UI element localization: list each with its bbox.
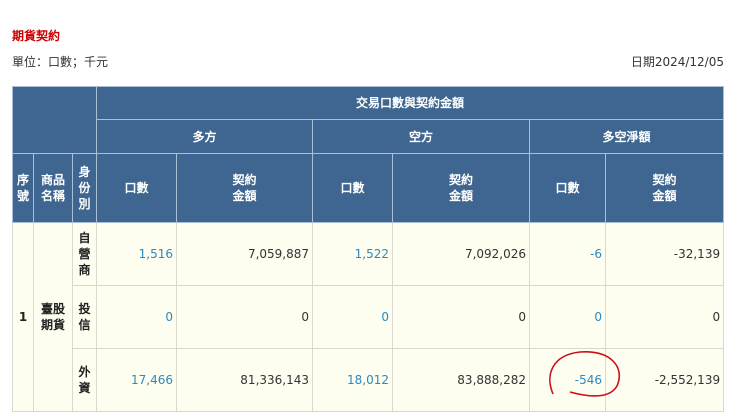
date-label: 日期2024/12/05 [630, 55, 724, 69]
long-volume-link[interactable]: 17,466 [96, 348, 178, 412]
long-amount-cell: 81,336,143 [176, 348, 314, 412]
long-amount-cell: 7,059,887 [176, 222, 314, 286]
short-volume-link[interactable]: 18,012 [312, 348, 394, 412]
page-title: 期貨契約 [12, 29, 61, 43]
net-volume-link[interactable]: 0 [529, 285, 607, 349]
net-amount-cell: -2,552,139 [605, 348, 725, 412]
header-short-amount: 契約金額 [392, 153, 531, 223]
net-amount-cell: -32,139 [605, 222, 725, 286]
short-amount-cell: 7,092,026 [392, 222, 531, 286]
header-long-volume: 口數 [96, 153, 178, 223]
short-volume-link[interactable]: 1,522 [312, 222, 394, 286]
header-net-amount: 契約金額 [605, 153, 725, 223]
header-blank [11, 86, 98, 154]
header-product: 商品名稱 [33, 153, 73, 223]
identity-cell: 外資 [71, 348, 98, 412]
header-identity: 身份別 [71, 153, 98, 223]
header-short-volume: 口數 [312, 153, 394, 223]
header-long: 多方 [96, 119, 314, 154]
short-amount-cell: 0 [392, 285, 531, 349]
table-row: 1 臺股期貨 自營商 1,516 7,059,887 1,522 7,092,0… [12, 222, 725, 412]
table-row: 外資 17,466 81,336,143 18,012 83,888,282 -… [13, 348, 725, 412]
long-amount-cell: 0 [176, 285, 314, 349]
header-short: 空方 [312, 119, 531, 154]
short-volume-link[interactable]: 0 [312, 285, 394, 349]
identity-cell: 自營商 [71, 222, 98, 286]
header-long-amount: 契約金額 [176, 153, 314, 223]
net-volume-link[interactable]: -546 [529, 348, 607, 412]
table-row: 投信 0 0 0 0 0 0 [13, 285, 725, 349]
net-amount-cell: 0 [605, 285, 725, 349]
long-volume-link[interactable]: 1,516 [96, 222, 178, 286]
seq-cell: 1 [12, 222, 34, 412]
long-volume-link[interactable]: 0 [96, 285, 178, 349]
header-group: 交易口數與契約金額 [96, 86, 725, 120]
product-cell: 臺股期貨 [33, 222, 73, 412]
short-amount-cell: 83,888,282 [392, 348, 531, 412]
net-volume-link[interactable]: -6 [529, 222, 607, 286]
header-seq: 序號 [12, 153, 34, 223]
header-net: 多空淨額 [529, 119, 725, 154]
header-net-volume: 口數 [529, 153, 607, 223]
futures-table: 交易口數與契約金額 多方 空方 多空淨額 序號 商品名稱 身份別 口數 契約金額… [11, 86, 725, 412]
unit-label: 單位：口數；千元 [12, 55, 109, 69]
identity-cell: 投信 [71, 285, 98, 349]
